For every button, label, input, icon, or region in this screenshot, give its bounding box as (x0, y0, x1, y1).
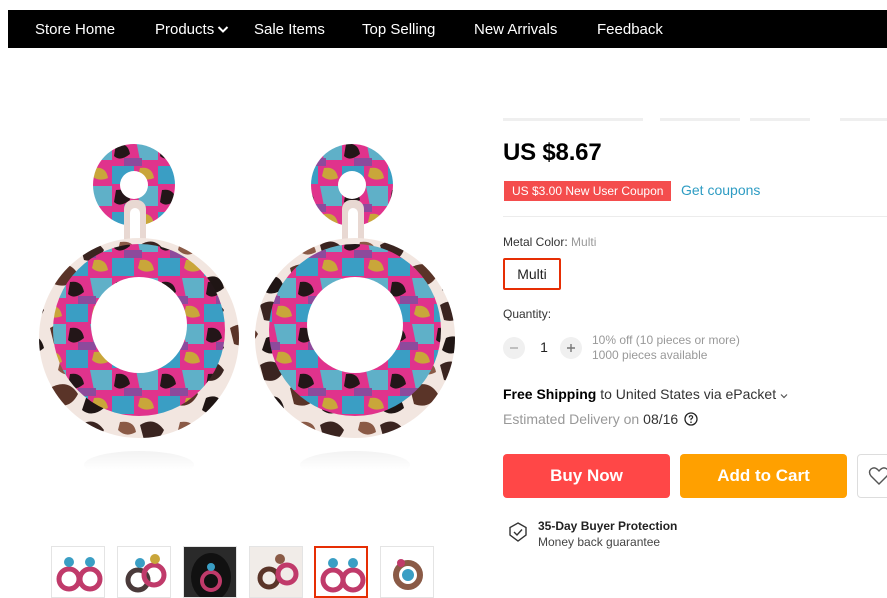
buyer-protection-title: 35-Day Buyer Protection (538, 519, 678, 533)
nav-label: Store Home (35, 20, 116, 38)
nav-label: Feedback (597, 20, 663, 38)
buy-now-button[interactable]: Buy Now (503, 454, 670, 498)
new-user-coupon-badge[interactable]: US $3.00 New User Coupon (504, 181, 672, 201)
metal-color-title: Metal Color: (503, 235, 568, 249)
metal-color-value: Multi (571, 235, 597, 249)
plus-icon (567, 344, 575, 352)
nav-label: Sale Items (254, 20, 325, 38)
divider (503, 216, 887, 217)
title-remnant (660, 118, 740, 121)
get-coupons-link[interactable]: Get coupons (681, 182, 760, 198)
store-nav-bar: Store Home Products Sale Items Top Selli… (8, 10, 887, 48)
nav-feedback[interactable]: Feedback (597, 10, 663, 48)
main-product-image[interactable] (20, 120, 460, 479)
nav-sale-items[interactable]: Sale Items (254, 10, 325, 48)
estimated-delivery: Estimated Delivery on 08/16 (503, 411, 698, 427)
nav-label: New Arrivals (474, 20, 558, 38)
delivery-date: 08/16 (643, 411, 679, 427)
shield-check-icon (507, 521, 529, 548)
shipping-destination: to United States via ePacket (600, 386, 777, 402)
chevron-down-icon (780, 386, 788, 402)
quantity-increase-button[interactable] (560, 337, 582, 359)
quantity-label: Quantity: (503, 307, 552, 321)
title-remnant (840, 118, 887, 121)
nav-products[interactable]: Products (155, 10, 229, 48)
thumbnail[interactable] (380, 546, 434, 598)
thumbnail[interactable] (51, 546, 105, 598)
help-icon[interactable] (684, 412, 698, 426)
title-remnant (503, 118, 643, 121)
quantity-decrease-button[interactable] (503, 337, 525, 359)
wishlist-button[interactable] (857, 454, 887, 498)
nav-store-home[interactable]: Store Home (35, 10, 115, 48)
color-option-multi[interactable]: Multi (503, 258, 561, 290)
title-remnant (750, 118, 810, 121)
nav-new-arrivals[interactable]: New Arrivals (474, 10, 557, 48)
delivery-label: Estimated Delivery on (503, 411, 640, 427)
quantity-input[interactable]: 1 (537, 339, 551, 355)
thumbnail-selected[interactable] (314, 546, 368, 598)
quantity-available: 1000 pieces available (592, 348, 708, 362)
thumbnail[interactable] (117, 546, 171, 598)
shipping-info[interactable]: Free Shipping to United States via ePack… (503, 386, 788, 402)
free-shipping-label: Free Shipping (503, 386, 597, 402)
product-price: US $8.67 (503, 139, 602, 166)
quantity-discount-note: 10% off (10 pieces or more) (592, 333, 740, 347)
minus-icon (510, 347, 518, 349)
nav-label: Products (155, 20, 215, 38)
heart-icon (868, 467, 887, 485)
thumbnail[interactable] (249, 546, 303, 598)
buyer-protection-subtitle: Money back guarantee (538, 535, 661, 549)
metal-color-label: Metal Color: Multi (503, 235, 596, 249)
nav-top-selling[interactable]: Top Selling (362, 10, 435, 48)
chevron-down-icon (217, 24, 229, 34)
image-fade (20, 440, 460, 475)
nav-label: Top Selling (362, 20, 436, 38)
add-to-cart-button[interactable]: Add to Cart (680, 454, 847, 498)
thumbnail[interactable] (183, 546, 237, 598)
